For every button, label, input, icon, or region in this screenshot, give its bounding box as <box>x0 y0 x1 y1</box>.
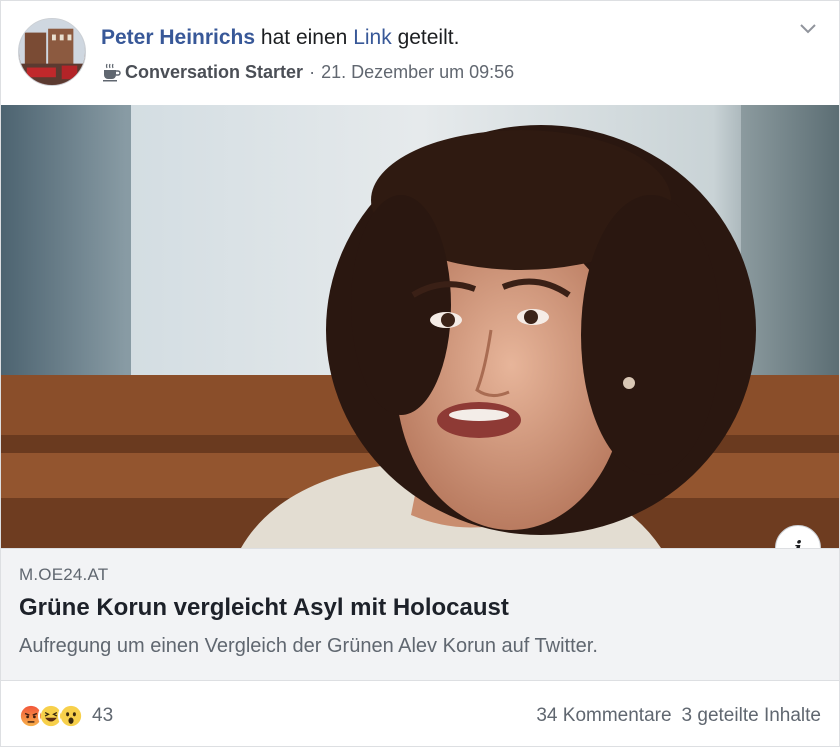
post-action-line: Peter Heinrichs hat einen Link geteilt. <box>101 25 459 51</box>
link-domain: M.OE24.AT <box>19 565 109 584</box>
meta-separator: · <box>309 62 316 82</box>
post-card: Peter Heinrichs hat einen Link geteilt. … <box>0 0 840 747</box>
action-prefix: hat einen <box>260 26 348 49</box>
reaction-summary[interactable]: 43 <box>18 703 113 729</box>
conversation-starter-badge[interactable]: Conversation Starter <box>125 60 303 84</box>
reaction-count[interactable]: 43 <box>92 705 113 727</box>
post-footer: 43 34 Kommentare 3 geteilte Inhalte <box>1 682 839 746</box>
action-suffix: geteilt. <box>397 26 460 49</box>
comments-count-link[interactable]: 34 Kommentare <box>536 705 671 726</box>
link-preview-box[interactable]: M.OE24.AT Grüne Korun vergleicht Asyl mi… <box>1 548 839 681</box>
shares-count-link[interactable]: 3 geteilte Inhalte <box>682 705 821 726</box>
author-name-link[interactable]: Peter Heinrichs <box>101 26 255 49</box>
wow-reaction-icon <box>58 703 84 729</box>
link-headline[interactable]: Grüne Korun vergleicht Asyl mit Holocaus… <box>19 593 509 623</box>
engagement-counts: 34 Kommentare 3 geteilte Inhalte <box>536 705 821 727</box>
post-header: Peter Heinrichs hat einen Link geteilt. … <box>1 1 839 105</box>
chevron-down-icon[interactable] <box>797 21 819 37</box>
avatar-image <box>19 19 85 85</box>
coffee-cup-icon <box>101 62 121 82</box>
author-avatar[interactable] <box>18 18 86 86</box>
post-timestamp[interactable]: 21. Dezember um 09:56 <box>321 60 514 84</box>
link-word-link[interactable]: Link <box>353 26 392 49</box>
link-preview-image[interactable] <box>1 105 839 548</box>
post-meta-line: Conversation Starter · 21. Dezember um 0… <box>101 60 514 84</box>
link-description: Aufregung um einen Vergleich der Grünen … <box>19 635 598 657</box>
